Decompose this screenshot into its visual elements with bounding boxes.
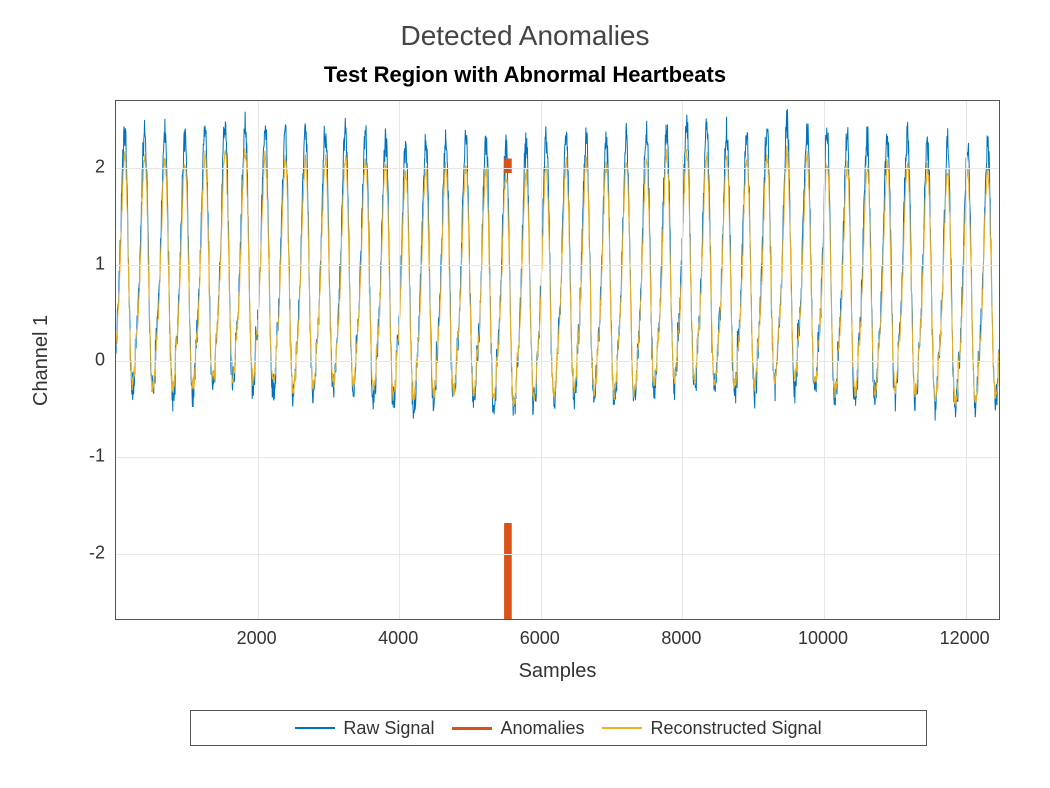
- legend-label: Anomalies: [500, 718, 584, 739]
- figure: Detected Anomalies Test Region with Abno…: [0, 0, 1050, 788]
- x-tick-label: 8000: [661, 628, 701, 649]
- figure-suptitle: Detected Anomalies: [0, 20, 1050, 52]
- legend-label: Raw Signal: [343, 718, 434, 739]
- y-axis-label: Channel 1: [30, 100, 53, 620]
- axes: [115, 100, 1000, 620]
- legend-item-anom: Anomalies: [452, 718, 584, 739]
- legend-swatch-icon: [295, 727, 335, 729]
- y-tick-label: 1: [55, 253, 105, 274]
- x-tick-label: 6000: [520, 628, 560, 649]
- x-tick-label: 4000: [378, 628, 418, 649]
- plot-area: [116, 101, 999, 619]
- y-tick-label: -2: [55, 542, 105, 563]
- legend-swatch-icon: [602, 727, 642, 729]
- y-tick-label: 2: [55, 157, 105, 178]
- y-tick-label: 0: [55, 350, 105, 371]
- x-axis-label: Samples: [115, 660, 1000, 683]
- x-tick-label: 12000: [940, 628, 990, 649]
- legend-label: Reconstructed Signal: [650, 718, 821, 739]
- legend-swatch-icon: [452, 727, 492, 730]
- x-tick-label: 10000: [798, 628, 848, 649]
- legend-item-raw: Raw Signal: [295, 718, 434, 739]
- x-tick-label: 2000: [237, 628, 277, 649]
- y-tick-label: -1: [55, 446, 105, 467]
- legend: Raw Signal Anomalies Reconstructed Signa…: [190, 710, 927, 746]
- legend-item-recon: Reconstructed Signal: [602, 718, 821, 739]
- axes-title: Test Region with Abnormal Heartbeats: [0, 62, 1050, 88]
